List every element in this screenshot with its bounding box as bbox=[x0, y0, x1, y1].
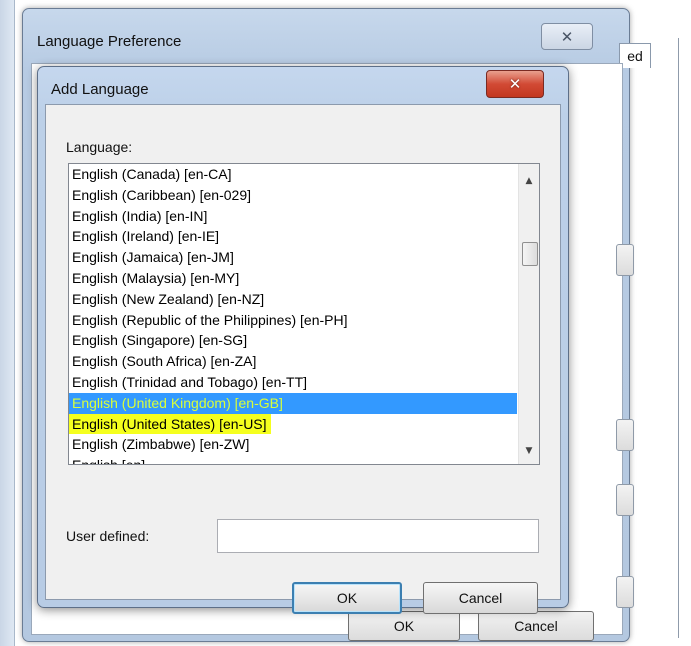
partial-tab[interactable]: ed bbox=[619, 43, 651, 68]
language-list-item-label: English (United States) [en-US] bbox=[69, 413, 271, 435]
language-list-item[interactable]: English (Caribbean) [en-029] bbox=[69, 185, 517, 206]
language-list: English (Canada) [en-CA] English (Caribbe… bbox=[69, 164, 517, 464]
add-language-close-button[interactable]: ✕ bbox=[486, 70, 544, 98]
language-list-item[interactable]: English (Republic of the Philippines) [e… bbox=[69, 310, 517, 331]
language-list-item[interactable]: English (United States) [en-US] bbox=[69, 413, 517, 435]
background-window-edge bbox=[0, 0, 15, 646]
background-divider bbox=[678, 38, 679, 638]
add-language-dialog: Add Language ✕ Language: English (Canada… bbox=[37, 66, 569, 614]
scroll-thumb[interactable] bbox=[522, 242, 538, 266]
background-window-right bbox=[650, 0, 691, 646]
language-list-item[interactable]: English (Trinidad and Tobago) [en-TT] bbox=[69, 372, 517, 393]
language-list-item[interactable]: English (India) [en-IN] bbox=[69, 206, 517, 227]
user-defined-input[interactable] bbox=[217, 519, 539, 553]
hidden-side-button[interactable] bbox=[616, 484, 634, 516]
cancel-button[interactable]: Cancel bbox=[423, 582, 538, 614]
language-list-item[interactable]: English (United Kingdom) [en-GB] bbox=[69, 392, 517, 414]
user-defined-label: User defined: bbox=[66, 528, 150, 544]
ok-button[interactable]: OK bbox=[292, 582, 402, 614]
scroll-down-icon[interactable]: ▼ bbox=[519, 442, 539, 460]
language-listbox[interactable]: English (Canada) [en-CA] English (Caribbe… bbox=[68, 163, 540, 465]
language-list-item[interactable]: English (Malaysia) [en-MY] bbox=[69, 268, 517, 289]
language-list-item[interactable]: English (Jamaica) [en-JM] bbox=[69, 247, 517, 268]
scroll-up-icon[interactable]: ▲ bbox=[519, 172, 539, 190]
language-list-item[interactable]: English (New Zealand) [en-NZ] bbox=[69, 289, 517, 310]
language-list-item[interactable]: English (Singapore) [en-SG] bbox=[69, 330, 517, 351]
hidden-side-button[interactable] bbox=[616, 576, 634, 608]
close-icon: ✕ bbox=[560, 27, 574, 46]
listbox-scrollbar[interactable]: ▲ ▼ bbox=[518, 164, 539, 464]
language-list-item[interactable]: English [en] bbox=[69, 455, 517, 464]
language-label: Language: bbox=[66, 139, 133, 155]
language-preference-ok-button[interactable]: OK bbox=[348, 611, 460, 641]
language-list-item[interactable]: English (South Africa) [en-ZA] bbox=[69, 351, 517, 372]
add-language-body: Language: English (Canada) [en-CA] Englis… bbox=[45, 104, 561, 614]
close-icon: ✕ bbox=[508, 75, 522, 93]
language-list-item[interactable]: English (Ireland) [en-IE] bbox=[69, 226, 517, 247]
add-language-title: Add Language bbox=[51, 81, 149, 98]
language-preference-cancel-button[interactable]: Cancel bbox=[478, 611, 594, 641]
language-list-item[interactable]: English (Zimbabwe) [en-ZW] bbox=[69, 434, 517, 455]
language-list-item[interactable]: English (Canada) [en-CA] bbox=[69, 164, 517, 185]
language-preference-close-button[interactable]: ✕ bbox=[541, 23, 593, 50]
language-preference-title: Language Preference bbox=[37, 33, 182, 50]
hidden-side-button[interactable] bbox=[616, 419, 634, 451]
hidden-side-button[interactable] bbox=[616, 244, 634, 276]
